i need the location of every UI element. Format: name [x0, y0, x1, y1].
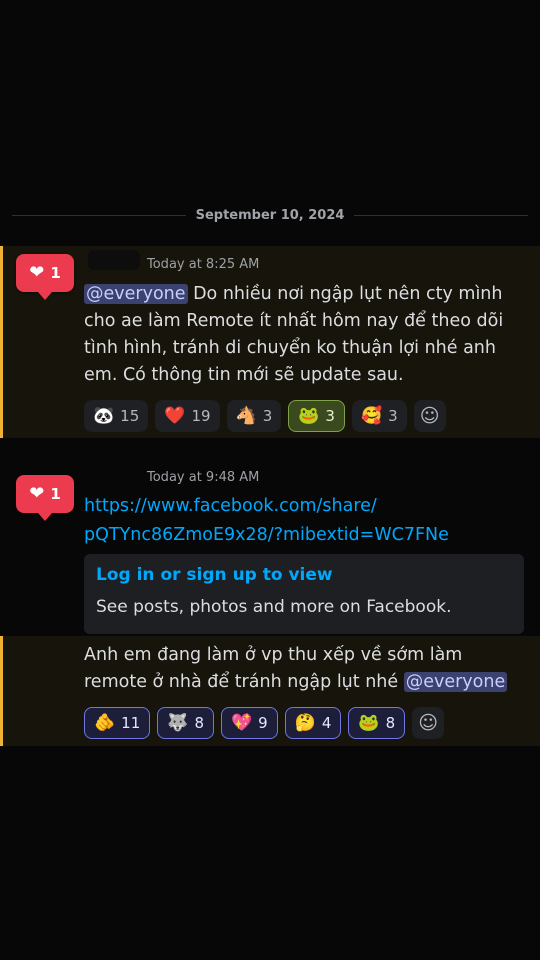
panda-emoji-icon: 🐼	[93, 405, 115, 426]
thinking-face-emoji-icon: 🤔	[294, 712, 316, 733]
smiley-add-icon: ☺	[419, 405, 440, 427]
like-count-1: 1	[50, 264, 61, 282]
reactions-bar-2: 🫵 11 🐺 8 💖 9 🤔 4 🐸 8 ☺	[84, 707, 445, 739]
reaction-horse[interactable]: 🐴 3	[226, 400, 282, 432]
message-content-1: @everyone Do nhiều nơi ngập lụt nên cty …	[84, 281, 514, 389]
add-reaction-button[interactable]: ☺	[413, 400, 446, 432]
facebook-link-line-1[interactable]: https://www.facebook.com/share/	[84, 492, 514, 521]
followup-content: Anh em đang làm ở vp thu xếp về sớm làm …	[84, 642, 514, 696]
smiley-add-icon: ☺	[418, 712, 439, 734]
reaction-count: 15	[120, 407, 140, 425]
reaction-count: 8	[194, 714, 204, 732]
horse-emoji-icon: 🐴	[235, 405, 257, 426]
date-divider-label: September 10, 2024	[195, 207, 345, 223]
heart-icon: ❤	[29, 262, 45, 283]
reaction-count: 3	[325, 407, 335, 425]
reaction-count: 11	[121, 714, 141, 732]
reaction-count: 19	[191, 407, 211, 425]
pepe-frog-emoji-icon: 🐸	[298, 405, 320, 426]
everyone-mention[interactable]: @everyone	[84, 284, 188, 304]
link-embed: Log in or sign up to view See posts, pho…	[84, 554, 524, 634]
reaction-count: 3	[388, 407, 398, 425]
reaction-sparkling-heart[interactable]: 💖 9	[220, 707, 278, 739]
reaction-heart[interactable]: ❤️ 19	[155, 400, 220, 432]
reaction-wolf[interactable]: 🐺 8	[157, 707, 214, 739]
like-badge-1: ❤ 1	[16, 254, 74, 300]
message-timestamp-1: Today at 8:25 AM	[147, 257, 260, 272]
pepe-frog-emoji-icon: 🐸	[358, 712, 380, 733]
red-heart-emoji-icon: ❤️	[164, 405, 186, 426]
reaction-count: 8	[385, 714, 396, 732]
reaction-panda[interactable]: 🐼 15	[84, 400, 149, 432]
wolf-emoji-icon: 🐺	[167, 712, 189, 733]
facebook-link-line-2[interactable]: pQTYnc86ZmoE9x28/?mibextid=WC7FNe	[84, 521, 514, 550]
date-divider: September 10, 2024	[12, 206, 529, 224]
embed-description: See posts, photos and more on Facebook.	[96, 597, 452, 617]
reaction-thinking[interactable]: 🤔 4	[284, 707, 342, 739]
reaction-pepe[interactable]: 🐸 3	[288, 400, 345, 432]
divider-line-right	[354, 214, 529, 216]
reaction-count: 4	[321, 714, 332, 732]
everyone-mention[interactable]: @everyone	[403, 672, 508, 692]
embed-title[interactable]: Log in or sign up to view	[96, 564, 512, 586]
message-timestamp-2: Today at 9:48 AM	[147, 470, 260, 485]
like-badge-2: ❤ 1	[16, 475, 74, 521]
like-count-2: 1	[50, 485, 61, 503]
redacted-username-1	[88, 250, 140, 270]
pointing-hand-emoji-icon: 🫵	[94, 712, 116, 733]
divider-line-left	[12, 214, 186, 216]
reaction-count: 9	[258, 714, 268, 732]
add-reaction-button[interactable]: ☺	[412, 707, 445, 739]
message-content-2: https://www.facebook.com/share/ pQTYnc86…	[84, 492, 514, 550]
reaction-count: 3	[262, 407, 273, 425]
heart-icon: ❤	[29, 483, 45, 504]
reaction-pepe[interactable]: 🐸 8	[348, 707, 406, 739]
smiling-face-with-hearts-icon: 🥰	[360, 405, 383, 426]
reactions-bar-1: 🐼 15 ❤️ 19 🐴 3 🐸 3 🥰 3 ☺	[84, 400, 446, 432]
sparkling-heart-emoji-icon: 💖	[230, 712, 253, 733]
reaction-smiling-hearts[interactable]: 🥰 3	[351, 400, 407, 432]
reaction-pointing[interactable]: 🫵 11	[84, 707, 151, 739]
